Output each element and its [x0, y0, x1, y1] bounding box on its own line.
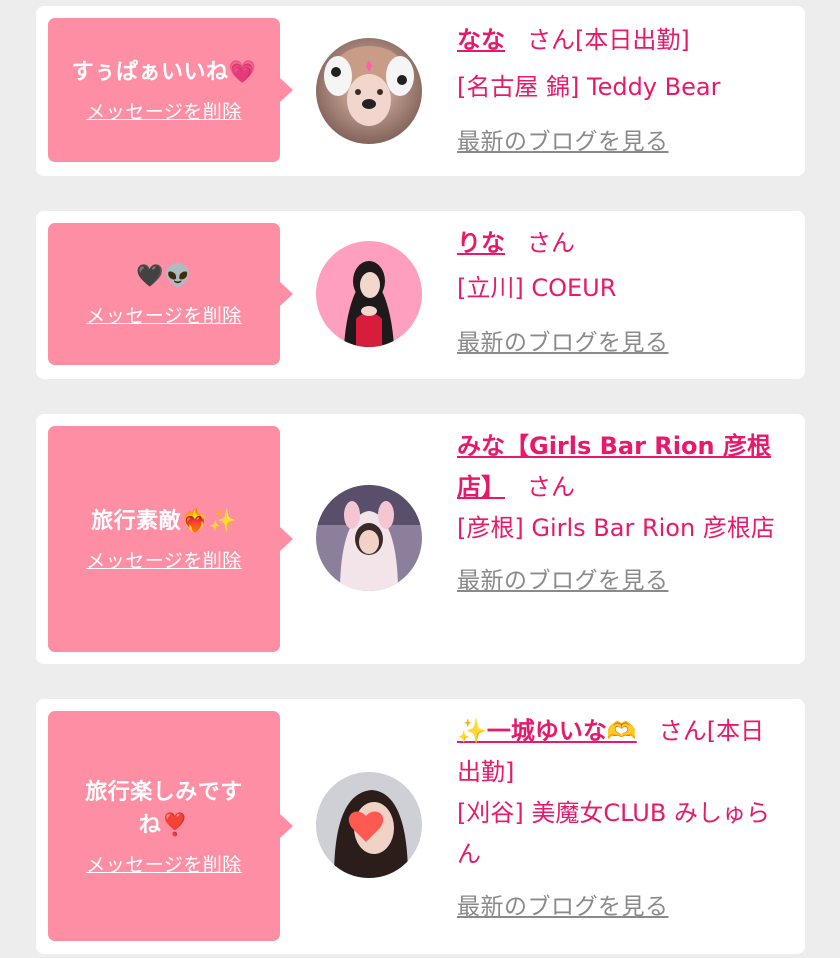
- cast-name-link[interactable]: ✨一城ゆいな🫶: [457, 717, 637, 745]
- message-card: すぅぱぁいいね💗 メッセージを削除 なな さん[本日出勤] [名古屋 錦] Ted…: [36, 6, 805, 176]
- avatar[interactable]: [316, 38, 422, 144]
- honorific: さん: [527, 229, 575, 257]
- avatar[interactable]: [316, 241, 422, 347]
- cast-name-link[interactable]: りな: [457, 229, 505, 257]
- shop-info: [名古屋 錦] Teddy Bear: [457, 73, 721, 101]
- message-bubble: 旅行素敵❤️‍🔥✨ メッセージを削除: [48, 426, 293, 652]
- cast-info: なな さん[本日出勤] [名古屋 錦] Teddy Bear 最新のブログを見る: [457, 20, 783, 163]
- cast-name-link[interactable]: なな: [457, 26, 505, 54]
- shop-info: [彦根] Girls Bar Rion 彦根店: [457, 514, 775, 542]
- cast-info: みな【Girls Bar Rion 彦根店】 さん [彦根] Girls Bar …: [457, 426, 783, 602]
- avatar[interactable]: [316, 485, 422, 591]
- honorific: さん: [658, 717, 707, 745]
- message-card: 🖤👽 メッセージを削除 りな さん [立川] COEUR 最新のブログを見る: [36, 211, 805, 379]
- cast-info: りな さん [立川] COEUR 最新のブログを見る: [457, 223, 783, 364]
- message-text: 旅行楽しみですね❣️: [85, 779, 243, 838]
- latest-blog-link[interactable]: 最新のブログを見る: [457, 887, 669, 928]
- latest-blog-link[interactable]: 最新のブログを見る: [457, 323, 669, 364]
- message-text: 旅行素敵❤️‍🔥✨: [91, 509, 237, 534]
- message-card: 旅行楽しみですね❣️ メッセージを削除 ✨一城ゆいな🫶 さん[本日出勤] [刈谷]…: [36, 699, 805, 954]
- delete-message-link[interactable]: メッセージを削除: [86, 850, 242, 877]
- delete-message-link[interactable]: メッセージを削除: [86, 97, 242, 124]
- avatar[interactable]: [316, 772, 422, 878]
- honorific: さん: [527, 26, 575, 54]
- honorific: さん: [527, 473, 575, 501]
- latest-blog-link[interactable]: 最新のブログを見る: [457, 122, 669, 163]
- message-text: すぅぱぁいいね💗: [71, 60, 257, 85]
- message-bubble: 🖤👽 メッセージを削除: [48, 223, 293, 365]
- message-bubble: 旅行楽しみですね❣️ メッセージを削除: [48, 711, 293, 941]
- latest-blog-link[interactable]: 最新のブログを見る: [457, 561, 669, 602]
- delete-message-link[interactable]: メッセージを削除: [86, 301, 242, 328]
- message-card: 旅行素敵❤️‍🔥✨ メッセージを削除 みな【Girls Bar Rion 彦根店…: [36, 414, 805, 664]
- shop-info: [刈谷] 美魔女CLUB みしゅらん: [457, 799, 770, 868]
- delete-message-link[interactable]: メッセージを削除: [86, 546, 242, 573]
- cast-name-link[interactable]: みな【Girls Bar Rion 彦根店】: [457, 432, 771, 501]
- message-text: 🖤👽: [136, 264, 192, 289]
- cast-info: ✨一城ゆいな🫶 さん[本日出勤] [刈谷] 美魔女CLUB みしゅらん 最新のブロ…: [457, 711, 783, 928]
- status-label: [本日出勤]: [575, 26, 690, 54]
- shop-info: [立川] COEUR: [457, 274, 617, 302]
- message-bubble: すぅぱぁいいね💗 メッセージを削除: [48, 18, 293, 162]
